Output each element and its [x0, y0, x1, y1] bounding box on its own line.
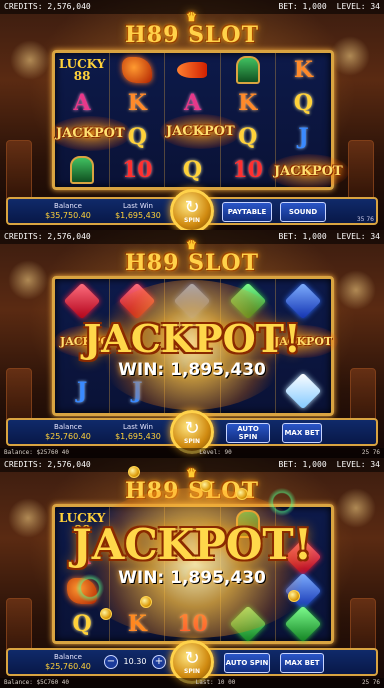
bottom-status-bar: Balance: $25760 40 Level: 90 25 76	[0, 448, 384, 458]
balance-value: $25,760.40	[45, 662, 91, 671]
jackpot-banner: JACKPOT!	[83, 316, 301, 361]
gold-coin-icon	[100, 608, 112, 620]
balance-label: Balance	[54, 202, 82, 210]
gold-coin-icon	[140, 596, 152, 608]
max-bet-button[interactable]: MAX BET	[280, 653, 324, 673]
slot-screen-2: CREDITS: 2,576,040 BET: 1,000 LEVEL: 34 …	[0, 230, 384, 458]
reel-symbol-k: K	[221, 86, 276, 120]
logo-text: H89 SLOT	[125, 250, 259, 276]
last-win-box: Last Win $1,695,430	[108, 423, 168, 443]
reel-symbol-q: Q	[293, 90, 313, 117]
last-win-box: Last Win $1,695,430	[108, 202, 168, 222]
game-logo: ♛ H89 SLOT	[0, 10, 384, 48]
corner-readout: 35 76	[356, 216, 374, 223]
paytable-button[interactable]: PAYTABLE	[222, 202, 272, 222]
reel-symbol-dragon	[110, 53, 166, 87]
status-corner: 25 76	[361, 449, 380, 456]
spin-arrow-icon: ↻	[184, 417, 200, 439]
slot-screen-3: CREDITS: 2,576,040 BET: 1,000 LEVEL: 34 …	[0, 458, 384, 688]
reel-symbol-figure	[55, 153, 111, 187]
win-amount: WIN: 1,895,430	[118, 360, 266, 380]
firework-effect	[262, 482, 302, 522]
bet-value: 10.30	[123, 657, 147, 666]
logo-text: H89 SLOT	[125, 22, 259, 48]
status-balance: Balance: $25760 40	[4, 449, 70, 456]
balance-label: Balance	[54, 423, 82, 431]
reel-symbol-q: Q	[165, 153, 221, 187]
gold-coin-icon	[288, 590, 300, 602]
last-win-value: $1,695,430	[115, 211, 161, 220]
reel-symbol-a: A	[55, 86, 111, 120]
control-bar: Balance $25,760.40 Last Win $1,695,430 ↻…	[6, 410, 378, 454]
status-balance: Balance: $5C760 40	[4, 679, 70, 686]
crown-icon: ♛	[186, 466, 198, 480]
bottom-status-bar: Balance: $5C760 40 Last: 10 00 25 76	[0, 678, 384, 688]
gold-coin-icon	[236, 488, 248, 500]
crown-icon: ♛	[186, 238, 198, 252]
blue-gem-icon	[285, 282, 322, 320]
spin-button[interactable]: ↻ SPIN	[170, 189, 214, 230]
status-corner: 25 76	[361, 679, 380, 686]
red-gem-icon	[63, 282, 101, 320]
jackpot-banner: JACKPOT!	[71, 520, 313, 569]
win-amount: WIN: 1,895,430	[118, 568, 266, 588]
reel-symbol-lucky88: LUCKY88	[55, 53, 111, 87]
reel-symbol-10: 10	[110, 153, 166, 187]
slot-screen-1: CREDITS: 2,576,040 BET: 1,000 LEVEL: 34 …	[0, 0, 384, 230]
auto-spin-button[interactable]: AUTO SPIN	[224, 653, 270, 673]
balance-box: Balance $35,750.40	[38, 202, 98, 222]
status-level: Level: 90	[199, 449, 232, 456]
status-last: Last: 10 00	[195, 679, 236, 686]
reel-symbol-j: J	[298, 123, 309, 150]
sound-button[interactable]: SOUND	[280, 202, 326, 222]
reel-symbol-k: K	[110, 86, 166, 120]
bet-decrease-button[interactable]: −	[104, 655, 118, 669]
jackpot-badge: JACKPOT	[268, 154, 349, 189]
bet-box: 10.30	[120, 657, 150, 677]
fortune-god-icon	[235, 55, 260, 84]
balance-box: Balance $25,760.40	[38, 653, 98, 673]
gold-coin-icon	[128, 466, 140, 478]
bet-increase-button[interactable]: +	[152, 655, 166, 669]
control-bar: Balance $35,750.40 Last Win $1,695,430 ↻…	[6, 189, 378, 230]
crown-icon: ♛	[186, 10, 198, 24]
reel-symbol-k: K	[293, 56, 313, 83]
fortune-god-icon	[70, 156, 95, 185]
dragon-icon	[122, 56, 153, 83]
spin-label: SPIN	[184, 216, 200, 224]
jackpot-badge: JACKPOT	[160, 114, 241, 149]
gold-coin-icon	[200, 480, 212, 492]
spin-arrow-icon: ↻	[184, 647, 200, 669]
last-win-label: Last Win	[123, 202, 153, 210]
balance-value: $25,760.40	[45, 432, 91, 441]
reel-symbol-figure	[221, 53, 276, 87]
game-logo: ♛ H89 SLOT	[0, 238, 384, 276]
koi-fish-icon	[177, 61, 208, 78]
balance-label: Balance	[54, 653, 82, 661]
balance-box: Balance $25,760.40	[38, 423, 98, 443]
spin-label: SPIN	[184, 437, 200, 445]
last-win-label: Last Win	[123, 423, 153, 431]
jackpot-badge: JACKPOT	[50, 116, 131, 151]
balance-value: $35,750.40	[45, 211, 91, 220]
control-bar: Balance $25,760.40 − 10.30 + ↻ SPIN AUTO…	[6, 640, 378, 684]
last-win-value: $1,695,430	[115, 432, 161, 441]
spin-label: SPIN	[184, 667, 200, 675]
spin-arrow-icon: ↻	[184, 196, 200, 218]
reel-symbol-koi	[165, 53, 221, 87]
auto-spin-button[interactable]: AUTO SPIN	[226, 423, 270, 443]
max-bet-button[interactable]: MAX BET	[282, 423, 322, 443]
